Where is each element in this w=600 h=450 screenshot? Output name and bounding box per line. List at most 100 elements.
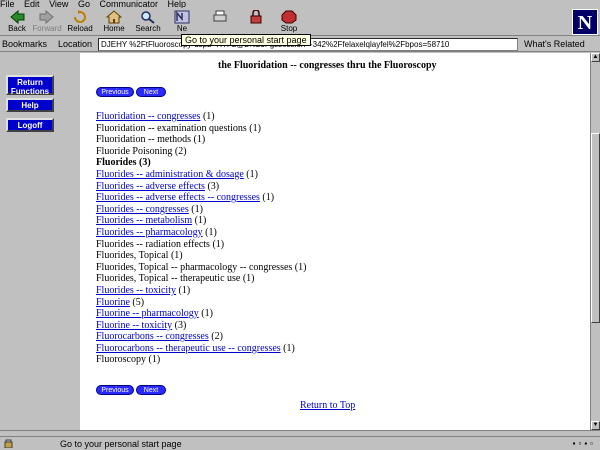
subject-link[interactable]: Fluorine xyxy=(96,297,130,308)
subject-list: Fluoridation -- congresses (1) Fluoridati… xyxy=(96,111,516,366)
list-item: Fluorides, Topical -- therapeutic use (1… xyxy=(96,273,516,285)
scroll-down-arrow-icon[interactable]: ▼ xyxy=(591,421,600,430)
next-button-bottom[interactable]: Next xyxy=(136,385,166,395)
subject-count: (1) xyxy=(176,284,191,296)
subject-count: Fluorides, Topical (1) xyxy=(96,250,183,262)
return-to-top-link[interactable]: Return to Top xyxy=(300,400,355,411)
side-frame: Return Functions Help Logoff xyxy=(0,53,80,430)
list-item: Fluorocarbons -- congresses (2) xyxy=(96,331,516,343)
subject-count: (3) xyxy=(172,319,187,331)
page-title: the Fluoridation -- congresses thru the … xyxy=(218,60,437,71)
subject-link[interactable]: Fluorine -- toxicity xyxy=(96,320,172,331)
list-item: Fluorides -- metabolism (1) xyxy=(96,215,516,227)
status-text: Go to your personal start page xyxy=(60,439,182,449)
subject-count: (5) xyxy=(129,296,145,308)
subject-link[interactable]: Fluorides -- administration & dosage xyxy=(96,169,244,180)
subject-count: Fluoridation -- examination questions (1… xyxy=(96,122,261,134)
security-lock-icon xyxy=(250,10,262,24)
back-label: Back xyxy=(8,24,26,33)
logoff-button[interactable]: Logoff xyxy=(6,118,54,132)
netscape-label: Ne xyxy=(176,24,188,33)
search-button[interactable]: Search xyxy=(131,9,165,35)
return-functions-button[interactable]: Return Functions xyxy=(6,75,54,96)
printer-icon xyxy=(213,10,227,22)
stop-label: Stop xyxy=(280,24,298,33)
list-item: Fluoridation -- congresses (1) xyxy=(96,111,516,123)
menu-communicator[interactable]: Communicator xyxy=(99,0,158,8)
reload-button[interactable]: Reload xyxy=(63,9,97,35)
subject-link[interactable]: Fluorine -- pharmacology xyxy=(96,308,199,319)
menu-go[interactable]: Go xyxy=(78,0,90,8)
back-button[interactable]: Back xyxy=(0,9,34,35)
subject-count: Fluorides -- radiation effects (1) xyxy=(96,238,225,250)
forward-label: Forward xyxy=(32,24,62,33)
previous-button-top[interactable]: Previous xyxy=(96,87,134,97)
subject-link[interactable]: Fluorides -- adverse effects -- congress… xyxy=(96,192,260,203)
bookmarks-button[interactable]: Bookmarks xyxy=(2,39,47,49)
netscape-icon xyxy=(174,10,190,24)
subject-count: Fluorides, Topical -- therapeutic use (1… xyxy=(96,273,255,285)
list-item: Fluorine -- toxicity (3) xyxy=(96,320,516,332)
print-button[interactable] xyxy=(203,9,237,35)
scroll-thumb[interactable] xyxy=(591,133,600,323)
next-button-top[interactable]: Next xyxy=(136,87,166,97)
forward-button[interactable]: Forward xyxy=(30,9,64,35)
status-component-icons: ▪▫▪▫ xyxy=(572,439,596,448)
reload-icon xyxy=(74,10,86,23)
subject-count: (1) xyxy=(280,342,295,354)
list-item: Fluorides -- administration & dosage (1) xyxy=(96,169,516,181)
list-item: Fluorides, Topical (1) xyxy=(96,250,516,262)
list-item: Fluorides -- pharmacology (1) xyxy=(96,227,516,239)
subject-count: (1) xyxy=(192,215,207,227)
results-frame: the Fluoridation -- congresses thru the … xyxy=(80,53,590,430)
menu-help[interactable]: Help xyxy=(168,0,187,8)
subject-count: Fluoride Poisoning (2) xyxy=(96,145,187,157)
previous-button-bottom[interactable]: Previous xyxy=(96,385,134,395)
list-item: Fluorides (3) xyxy=(96,157,516,169)
netscape-button[interactable]: Ne xyxy=(165,9,199,35)
subject-link[interactable]: Fluorides -- adverse effects xyxy=(96,181,205,192)
scroll-up-arrow-icon[interactable]: ▲ xyxy=(591,53,600,62)
menu-edit[interactable]: Edit xyxy=(24,0,40,8)
help-button[interactable]: Help xyxy=(6,98,54,112)
subject-count: (1) xyxy=(198,308,213,320)
menu-view[interactable]: View xyxy=(49,0,68,8)
subject-count: Fluorides (3) xyxy=(96,157,151,169)
subject-count: (1) xyxy=(259,192,275,204)
list-item: Fluorides -- adverse effects -- congress… xyxy=(96,192,516,204)
subject-count: Fluoridation -- methods (1) xyxy=(96,134,206,146)
back-arrow-icon xyxy=(10,10,25,24)
stop-button[interactable]: Stop xyxy=(272,9,306,35)
list-item: Fluorocarbons -- therapeutic use -- cong… xyxy=(96,343,516,355)
subject-link[interactable]: Fluorides -- toxicity xyxy=(96,285,176,296)
netscape-logo[interactable]: N xyxy=(572,9,598,35)
subject-link[interactable]: Fluorides -- pharmacology xyxy=(96,227,203,238)
stop-icon xyxy=(281,10,297,24)
list-item: Fluorides -- toxicity (1) xyxy=(96,285,516,297)
navigation-toolbar: Back Forward Reload Home Search Ne Stop … xyxy=(0,8,600,46)
home-button[interactable]: Home xyxy=(97,9,131,35)
security-status-icon xyxy=(4,439,13,448)
list-item: Fluorides -- congresses (1) xyxy=(96,204,516,216)
list-item: Fluorides -- adverse effects (3) xyxy=(96,181,516,193)
vertical-scrollbar[interactable]: ▲ ▼ xyxy=(590,53,600,430)
whats-related-button[interactable]: What's Related xyxy=(524,39,585,49)
subject-count: Fluorides, Topical -- pharmacology -- co… xyxy=(96,261,307,273)
list-item: Fluorine (5) xyxy=(96,297,516,309)
list-item: Fluorides, Topical -- pharmacology -- co… xyxy=(96,262,516,274)
subject-count: (1) xyxy=(202,226,217,238)
subject-link[interactable]: Fluorides -- metabolism xyxy=(96,215,192,226)
subject-link[interactable]: Fluorocarbons -- congresses xyxy=(96,331,209,342)
home-tooltip: Go to your personal start page xyxy=(181,34,311,46)
security-button[interactable] xyxy=(239,9,273,35)
subject-count: (1) xyxy=(188,203,203,215)
home-label: Home xyxy=(103,24,125,33)
status-bar: Go to your personal start page ▪▫▪▫ xyxy=(0,436,600,450)
subject-link[interactable]: Fluoridation -- congresses xyxy=(96,111,200,122)
subject-count: (1) xyxy=(243,168,258,180)
subject-link[interactable]: Fluorides -- congresses xyxy=(96,204,189,215)
subject-link[interactable]: Fluorocarbons -- therapeutic use -- cong… xyxy=(96,343,281,354)
menu-file[interactable]: File xyxy=(0,0,15,8)
location-label: Location xyxy=(58,39,93,49)
subject-count: (1) xyxy=(200,111,215,122)
